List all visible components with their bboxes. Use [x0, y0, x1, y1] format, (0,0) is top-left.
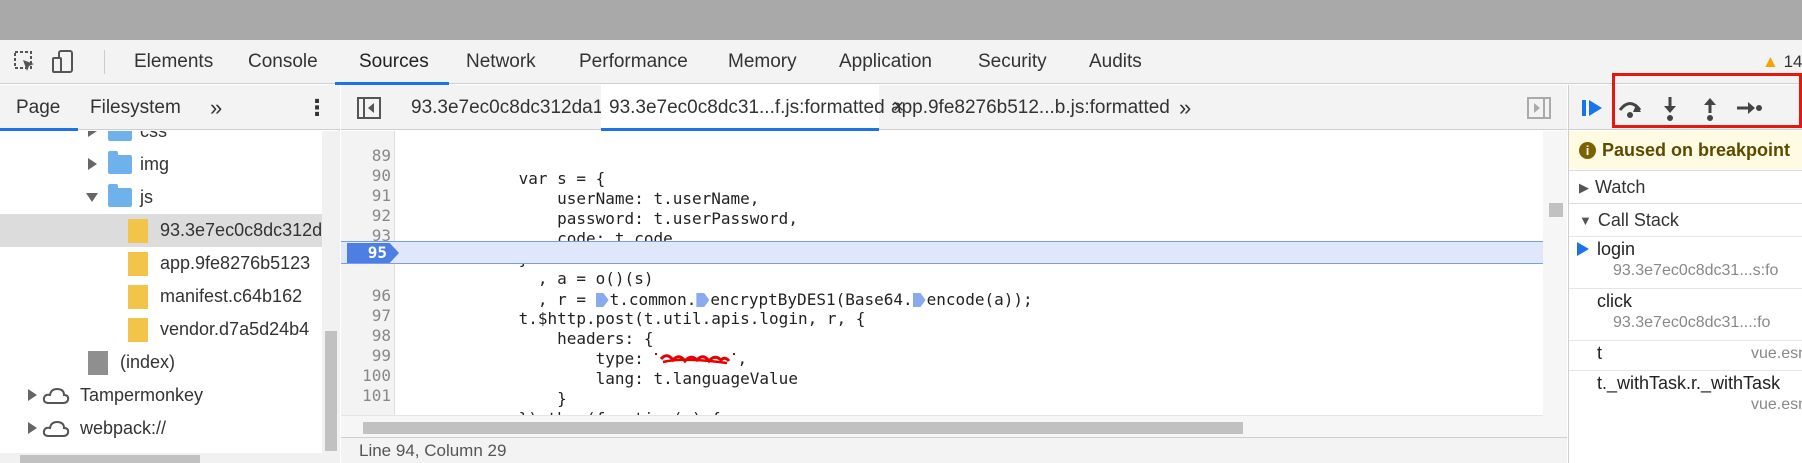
editor-tabs: 93.3e7ec0c8dc312da18e2f.js 93.3e7ec0c8dc… — [341, 85, 1567, 131]
current-frame-arrow-icon — [1577, 242, 1589, 256]
paused-message: Paused on breakpoint — [1602, 140, 1791, 160]
watch-section-header[interactable]: ▶ Watch — [1569, 170, 1802, 202]
scrollbar-thumb[interactable] — [1549, 203, 1563, 217]
warning-icon: ▲ — [1762, 52, 1779, 71]
editor-tab-93-formatted[interactable]: 93.3e7ec0c8dc31...f.js:formatted × — [601, 85, 904, 131]
tree-file-app-js[interactable]: app.9fe8276b5123 — [0, 247, 322, 280]
tab-memory[interactable]: Memory — [724, 40, 801, 84]
toggle-debugger-icon[interactable] — [1527, 97, 1551, 119]
expand-arrow-icon[interactable] — [88, 158, 97, 170]
editor-horizontal-scrollbar[interactable] — [341, 415, 1543, 437]
tab-console[interactable]: Console — [244, 40, 322, 84]
toggle-navigator-icon[interactable] — [357, 97, 381, 119]
navigator-menu-icon[interactable]: ⋮ — [306, 85, 328, 130]
folder-icon — [108, 151, 132, 174]
window-title-bar — [0, 0, 1802, 40]
devtools-toolbar: Elements Console Sources Network Perform… — [0, 40, 1802, 85]
file-tree: css img js 93.3e7ec0c8dc312da18e2f.js ap… — [0, 131, 322, 463]
expand-arrow-icon[interactable] — [28, 422, 37, 434]
tree-file-93-js[interactable]: 93.3e7ec0c8dc312da18e2f.js — [0, 214, 322, 247]
tab-application[interactable]: Application — [835, 40, 936, 84]
debugger-toolbar — [1569, 85, 1802, 130]
device-toolbar-icon[interactable] — [50, 49, 76, 75]
expand-arrow-icon: ▶ — [1579, 180, 1589, 195]
folder-icon — [108, 184, 132, 207]
warnings-counter[interactable]: ▲ 14 — [1762, 52, 1802, 72]
js-file-icon — [128, 285, 148, 309]
sources-navigator: Page Filesystem » ⋮ css img js 93.3e7ec0… — [0, 85, 340, 463]
source-editor: 93.3e7ec0c8dc312da18e2f.js 93.3e7ec0c8dc… — [341, 85, 1567, 463]
scrollbar-thumb[interactable] — [325, 331, 337, 451]
collapse-arrow-icon: ▼ — [1579, 213, 1592, 228]
expand-arrow-icon[interactable] — [88, 131, 97, 137]
tree-item-webpack[interactable]: webpack:// — [0, 412, 322, 445]
expand-arrow-icon[interactable] — [28, 389, 37, 401]
navigator-tabs: Page Filesystem » ⋮ — [0, 85, 340, 131]
code-area[interactable]: 89 var s = { 90 userName: t.userName, 91… — [341, 131, 1567, 437]
step-over-icon[interactable] — [1615, 93, 1645, 123]
step-into-icon[interactable] — [1655, 93, 1685, 123]
tree-folder-css[interactable]: css — [0, 131, 322, 148]
more-tabs-icon[interactable]: » — [210, 85, 222, 130]
inspect-element-icon[interactable] — [12, 49, 38, 75]
folder-icon — [108, 131, 132, 141]
toolbar-divider — [104, 50, 105, 74]
editor-vertical-scrollbar[interactable] — [1543, 131, 1567, 437]
call-frame-click[interactable]: click 93.3e7ec0c8dc31...:fo — [1569, 288, 1802, 340]
tab-network[interactable]: Network — [462, 40, 540, 84]
tab-filesystem[interactable]: Filesystem — [90, 85, 181, 130]
cursor-position-status: Line 94, Column 29 — [341, 437, 1567, 463]
call-stack-section-header[interactable]: ▼ Call Stack — [1569, 203, 1802, 235]
more-editor-tabs-icon[interactable]: » — [1179, 85, 1191, 130]
call-frame-withtask[interactable]: t._withTask.r._withTask vue.esm — [1569, 370, 1802, 422]
document-file-icon — [88, 351, 108, 375]
warning-count: 14 — [1783, 52, 1802, 71]
tree-file-manifest-js[interactable]: manifest.c64b162 — [0, 280, 322, 313]
tab-elements[interactable]: Elements — [130, 40, 217, 84]
call-frame-login[interactable]: login 93.3e7ec0c8dc31...s:fo — [1569, 236, 1802, 288]
step-icon[interactable] — [1733, 93, 1763, 123]
step-out-icon[interactable] — [1695, 93, 1725, 123]
tree-item-tampermonkey[interactable]: Tampermonkey — [0, 379, 322, 412]
tab-audits[interactable]: Audits — [1085, 40, 1146, 84]
cloud-icon — [42, 387, 70, 404]
scrollbar-thumb[interactable] — [363, 422, 1243, 434]
call-frame-t[interactable]: t vue.esm — [1569, 340, 1802, 370]
tab-page[interactable]: Page — [0, 85, 79, 131]
editor-tab-app-formatted[interactable]: app.9fe8276b512...b.js:formatted — [891, 85, 1170, 130]
tab-sources[interactable]: Sources — [335, 40, 449, 85]
paused-banner: i Paused on breakpoint — [1569, 131, 1802, 169]
tree-file-index[interactable]: (index) — [0, 346, 322, 379]
navigator-horizontal-scrollbar[interactable] — [0, 453, 322, 463]
debugger-sidebar: i Paused on breakpoint ▶ Watch ▼ Call Stack… — [1568, 85, 1802, 463]
scrollbar-thumb[interactable] — [20, 455, 200, 463]
info-icon: i — [1579, 142, 1596, 159]
collapse-arrow-icon[interactable] — [86, 193, 98, 202]
tab-performance[interactable]: Performance — [575, 40, 692, 84]
tab-security[interactable]: Security — [974, 40, 1051, 84]
resume-icon[interactable] — [1577, 93, 1607, 123]
editor-tab-label: 93.3e7ec0c8dc31...f.js:formatted — [609, 97, 885, 118]
navigator-vertical-scrollbar[interactable] — [322, 131, 340, 463]
js-file-icon — [128, 219, 148, 243]
breakpoint-marker[interactable]: 95 — [347, 243, 399, 263]
tree-file-vendor-js[interactable]: vendor.d7a5d24b4 — [0, 313, 322, 346]
tree-folder-js[interactable]: js — [0, 181, 322, 214]
js-file-icon — [128, 318, 148, 342]
js-file-icon — [128, 252, 148, 276]
cloud-icon — [42, 420, 70, 437]
tree-folder-img[interactable]: img — [0, 148, 322, 181]
code-line: 101 }).then(function(e) { — [362, 386, 721, 428]
